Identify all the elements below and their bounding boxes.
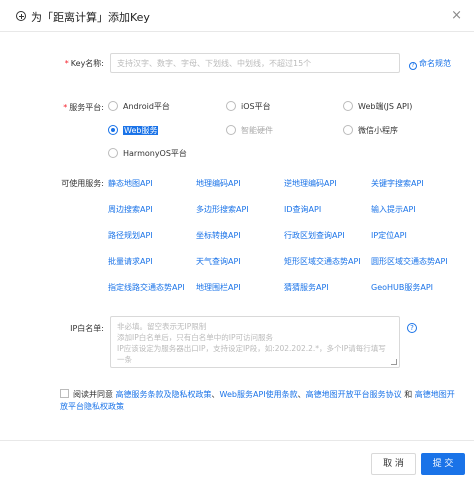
agreement: 阅读并同意 高德服务条款及隐私权政策、Web服务API使用条款、高德地图开放平台…	[60, 389, 455, 411]
submit-button[interactable]: 提 交	[421, 453, 465, 475]
radio-circle	[108, 148, 118, 158]
cancel-button[interactable]: 取 消	[371, 453, 416, 475]
add-key-dialog: 为「距离计算」添加Key × *Key名称: ?命名规范 *服务平台: Andr…	[0, 0, 474, 480]
radio-harmonyos[interactable]: HarmonyOS平台	[108, 148, 187, 159]
radio-web-service[interactable]: Web服务	[108, 125, 159, 136]
placeholder-line: IP应该设定为服务器出口IP，支持设定IP段，如:202.202.2.*，多个I…	[117, 344, 386, 364]
service-link[interactable]: 路径规划API	[108, 230, 153, 241]
question-icon: ?	[409, 62, 417, 70]
service-link[interactable]: 地理编码API	[196, 178, 241, 189]
service-link[interactable]: GeoHUB服务API	[371, 282, 433, 293]
service-link[interactable]: ID查询API	[284, 204, 321, 215]
ip-whitelist-label: IP白名单:	[70, 324, 104, 333]
service-link[interactable]: 静态地图API	[108, 178, 153, 189]
service-link[interactable]: 猜猜服务API	[284, 282, 329, 293]
key-name-label: * Key名称:	[64, 59, 104, 68]
radio-circle	[108, 101, 118, 111]
service-agreement-link[interactable]: 高德地图开放平台服务协议	[306, 390, 402, 399]
radio-circle	[226, 101, 236, 111]
close-icon[interactable]: ×	[451, 8, 462, 23]
resize-handle[interactable]	[391, 359, 397, 365]
service-link[interactable]: 多边形搜索API	[196, 204, 249, 215]
web-api-terms-link[interactable]: Web服务API使用条款	[220, 390, 298, 399]
radio-web-js[interactable]: Web端(JS API)	[343, 101, 412, 112]
radio-circle	[226, 125, 236, 135]
agree-checkbox[interactable]	[60, 389, 69, 398]
placeholder-line: 添加IP白名单后，只有白名单中的IP可访问服务	[117, 333, 273, 342]
dialog-title: 为「距离计算」添加Key	[31, 11, 150, 24]
service-link[interactable]: 地理围栏API	[196, 282, 241, 293]
service-link[interactable]: 矩形区域交通态势API	[284, 256, 361, 267]
service-link[interactable]: 天气查询API	[196, 256, 241, 267]
ip-whitelist-textarea[interactable]: 非必填。留空表示无IP限制 添加IP白名单后，只有白名单中的IP可访问服务 IP…	[110, 316, 400, 368]
agree-prefix: 阅读并同意	[73, 390, 113, 399]
radio-android[interactable]: Android平台	[108, 101, 170, 112]
placeholder-line: 非必填。留空表示无IP限制	[117, 322, 207, 331]
service-link[interactable]: 圆形区域交通态势API	[371, 256, 448, 267]
service-link[interactable]: 关键字搜索API	[371, 178, 424, 189]
service-link[interactable]: 批量请求API	[108, 256, 153, 267]
service-link[interactable]: 周边搜索API	[108, 204, 153, 215]
naming-rules-link[interactable]: ? 命名规范	[409, 58, 451, 70]
radio-wechat-miniprogram[interactable]: 微信小程序	[343, 125, 398, 136]
radio-circle	[343, 125, 353, 135]
question-icon[interactable]: ?	[407, 323, 417, 333]
radio-circle	[343, 101, 353, 111]
key-name-input[interactable]	[110, 53, 400, 73]
service-link[interactable]: 指定线路交通态势API	[108, 282, 185, 293]
terms-link[interactable]: 高德服务条款及隐私权政策	[116, 390, 212, 399]
dialog-header: 为「距离计算」添加Key ×	[0, 0, 474, 32]
services-label: 可使用服务:	[61, 179, 104, 188]
service-link[interactable]: 输入提示API	[371, 204, 416, 215]
service-link[interactable]: 逆地理编码API	[284, 178, 337, 189]
service-link[interactable]: 行政区划查询API	[284, 230, 345, 241]
service-link[interactable]: IP定位API	[371, 230, 407, 241]
service-link[interactable]: 坐标转换API	[196, 230, 241, 241]
radio-ios[interactable]: iOS平台	[226, 101, 271, 112]
radio-circle	[108, 125, 118, 135]
platform-label: * 服务平台:	[63, 103, 104, 112]
add-circle-icon	[16, 11, 26, 21]
radio-smart-hardware: 智能硬件	[226, 125, 273, 136]
